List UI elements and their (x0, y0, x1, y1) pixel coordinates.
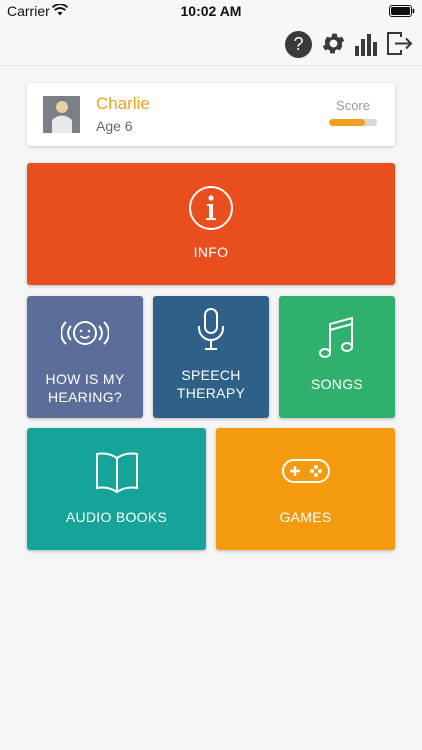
hearing-tile-label: HOW IS MY HEARING? (45, 371, 125, 405)
bar-chart-icon[interactable] (353, 30, 379, 57)
score-label: Score (336, 98, 370, 113)
songs-tile-label: SONGS (310, 376, 364, 392)
profile-card[interactable]: Charlie Age 6 Score (27, 83, 395, 146)
music-note-icon (319, 316, 353, 358)
info-circle-icon (189, 186, 233, 230)
speech-tile[interactable]: SPEECH THERAPY (153, 296, 269, 418)
score-bar-fill (329, 119, 365, 126)
speech-tile-label: SPEECH THERAPY (176, 367, 246, 401)
logout-icon[interactable] (386, 30, 414, 57)
avatar-photo (43, 96, 80, 133)
status-time: 10:02 AM (180, 3, 242, 19)
gear-icon[interactable] (320, 30, 347, 57)
games-tile[interactable]: GAMES (216, 428, 395, 550)
audio-books-tile[interactable]: AUDIO BOOKS (27, 428, 206, 550)
hearing-tile[interactable]: HOW IS MY HEARING? (27, 296, 143, 418)
avatar (43, 96, 80, 133)
help-icon: ? (293, 34, 304, 54)
microphone-icon (198, 308, 224, 350)
status-bar: Carrier 10:02 AM (0, 0, 422, 22)
profile-name: Charlie (96, 94, 150, 113)
top-toolbar: ? (0, 22, 422, 66)
help-button[interactable]: ? (285, 31, 312, 58)
info-tile-label: INFO (193, 244, 229, 260)
battery-icon (389, 5, 415, 17)
open-book-icon (95, 452, 138, 494)
profile-age: Age 6 (96, 118, 133, 134)
info-tile[interactable]: INFO (27, 163, 395, 285)
score-bar (329, 119, 377, 126)
listening-face-icon (61, 321, 109, 345)
songs-tile[interactable]: SONGS (279, 296, 395, 418)
audio-books-tile-label: AUDIO BOOKS (65, 509, 168, 525)
gamepad-icon (281, 459, 330, 483)
games-tile-label: GAMES (279, 509, 332, 525)
